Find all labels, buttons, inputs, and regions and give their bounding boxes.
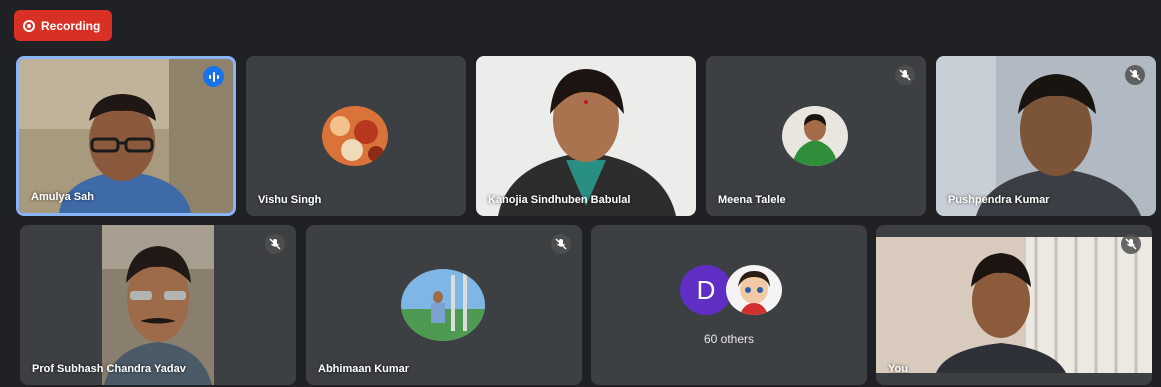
participant-name: Vishu Singh <box>258 194 322 206</box>
participant-video <box>876 225 1152 385</box>
participant-video <box>476 56 696 216</box>
participant-tile-abhimaan-kumar[interactable]: Abhimaan Kumar <box>306 225 582 385</box>
others-count-label: 60 others <box>703 332 755 346</box>
others-avatar <box>726 265 782 315</box>
avatar <box>782 106 848 166</box>
mic-off-icon <box>1121 234 1141 254</box>
participant-tile-meena-talele[interactable]: Meena Talele <box>706 56 926 216</box>
record-icon <box>23 19 35 32</box>
participant-tile-vishu-singh[interactable]: Vishu Singh <box>246 56 466 216</box>
avatar <box>322 106 388 166</box>
participant-video <box>20 225 296 385</box>
participant-tile-pushpendra-kumar[interactable]: Pushpendra Kumar <box>936 56 1156 216</box>
participant-video <box>19 59 233 213</box>
mic-off-icon <box>551 234 571 254</box>
participant-tile-prof-subhash-chandra-yadav[interactable]: Prof Subhash Chandra Yadav <box>20 225 296 385</box>
participant-name: Meena Talele <box>718 194 786 206</box>
participant-name: Amulya Sah <box>31 191 94 203</box>
others-avatar-d: D <box>680 265 732 315</box>
recording-label: Recording <box>41 18 101 33</box>
audio-level-icon <box>203 66 224 87</box>
avatar <box>401 269 485 341</box>
participant-name: Pushpendra Kumar <box>948 194 1050 206</box>
recording-button[interactable]: Recording <box>14 10 112 41</box>
mic-off-icon <box>895 65 915 85</box>
mic-off-icon <box>265 234 285 254</box>
others-tile[interactable]: D 60 others <box>591 225 867 385</box>
participant-name: Kanojia Sindhuben Babulal <box>488 194 631 206</box>
participant-name: Prof Subhash Chandra Yadav <box>32 363 186 375</box>
mic-off-icon <box>1125 65 1145 85</box>
participant-name: Abhimaan Kumar <box>318 363 410 375</box>
participant-name: You <box>888 363 908 375</box>
participant-tile-kanojia-sindhuben-babulal[interactable]: Kanojia Sindhuben Babulal <box>476 56 696 216</box>
participant-tile-you[interactable]: You <box>876 225 1152 385</box>
participant-video <box>936 56 1156 216</box>
participant-tile-amulya-sah[interactable]: Amulya Sah <box>16 56 236 216</box>
